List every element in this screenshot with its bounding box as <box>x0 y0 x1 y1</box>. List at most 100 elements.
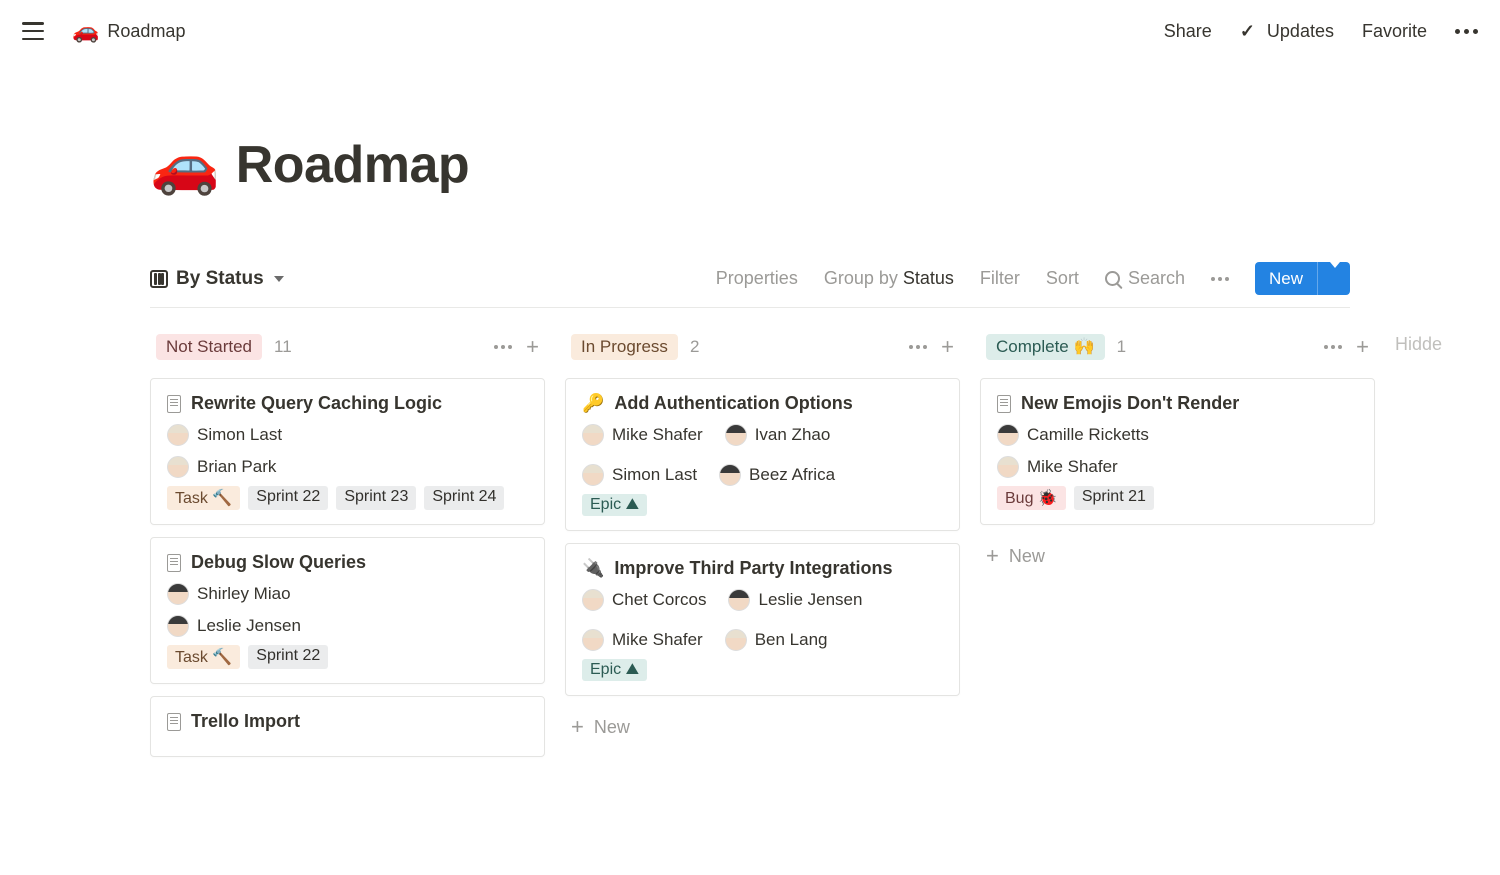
column-more-icon[interactable] <box>494 345 512 349</box>
card-title-text: Rewrite Query Caching Logic <box>191 393 442 414</box>
avatar <box>167 615 189 637</box>
column-add-icon[interactable]: + <box>526 336 539 358</box>
card-title-text: New Emojis Don't Render <box>1021 393 1239 414</box>
person-name: Shirley Miao <box>197 584 291 604</box>
new-dropdown[interactable] <box>1317 262 1350 295</box>
person: Ben Lang <box>725 629 828 651</box>
column-header: Not Started11+ <box>150 328 545 366</box>
property-tag: Sprint 22 <box>248 645 328 669</box>
document-icon <box>167 395 181 413</box>
board-card[interactable]: 🔑Add Authentication OptionsMike ShaferIv… <box>565 378 960 531</box>
column-more-icon[interactable] <box>909 345 927 349</box>
updates-button[interactable]: Updates <box>1240 21 1334 42</box>
avatar <box>582 589 604 611</box>
column-more-icon[interactable] <box>1324 345 1342 349</box>
view-more-icon[interactable] <box>1211 277 1229 281</box>
chevron-down-icon <box>274 276 284 282</box>
add-card-button[interactable]: + New <box>980 537 1375 575</box>
card-title-text: Trello Import <box>191 711 300 732</box>
avatar <box>167 583 189 605</box>
person: Ivan Zhao <box>725 424 831 446</box>
page-emoji-small: 🚗 <box>72 18 99 44</box>
person-name: Chet Corcos <box>612 590 706 610</box>
new-button[interactable]: New <box>1255 262 1350 295</box>
person: Mike Shafer <box>997 456 1358 478</box>
search-button[interactable]: Search <box>1105 268 1185 289</box>
person: Beez Africa <box>719 464 835 486</box>
property-tag: Sprint 21 <box>1074 486 1154 510</box>
menu-icon[interactable] <box>22 22 44 40</box>
card-people: Mike ShaferIvan ZhaoSimon LastBeez Afric… <box>582 424 943 486</box>
property-tag: Sprint 22 <box>248 486 328 510</box>
card-title: Rewrite Query Caching Logic <box>167 393 528 414</box>
plus-icon: + <box>986 545 999 567</box>
more-icon[interactable] <box>1455 29 1478 34</box>
card-tags: Epic ⛰ <box>582 494 943 516</box>
card-tags: Task 🔨Sprint 22Sprint 23Sprint 24 <box>167 486 528 510</box>
property-tag: Task 🔨 <box>167 645 240 669</box>
person: Camille Ricketts <box>997 424 1358 446</box>
column-actions: + <box>494 336 539 358</box>
card-title-text: Debug Slow Queries <box>191 552 366 573</box>
board-card[interactable]: Debug Slow QueriesShirley MiaoLeslie Jen… <box>150 537 545 684</box>
property-tag: Epic ⛰ <box>582 494 647 516</box>
chevron-down-icon <box>1330 262 1340 288</box>
avatar <box>997 456 1019 478</box>
column-add-icon[interactable]: + <box>1356 336 1369 358</box>
column-count: 1 <box>1117 337 1126 357</box>
person-name: Beez Africa <box>749 465 835 485</box>
person: Simon Last <box>167 424 528 446</box>
avatar <box>725 629 747 651</box>
add-card-button[interactable]: + New <box>565 708 960 746</box>
page-heading[interactable]: Roadmap <box>236 135 469 195</box>
breadcrumb[interactable]: 🚗 Roadmap <box>72 18 185 44</box>
card-title: 🔑Add Authentication Options <box>582 393 943 414</box>
person-name: Ben Lang <box>755 630 828 650</box>
board-card[interactable]: New Emojis Don't Render Camille Ricketts M… <box>980 378 1375 525</box>
properties-button[interactable]: Properties <box>716 268 798 289</box>
favorite-button[interactable]: Favorite <box>1362 21 1427 42</box>
column-header: Complete 🙌 1 + <box>980 328 1375 366</box>
card-title: Debug Slow Queries <box>167 552 528 573</box>
page-emoji[interactable]: 🚗 <box>150 132 220 198</box>
column-add-icon[interactable]: + <box>941 336 954 358</box>
view-selector[interactable]: By Status <box>150 268 284 290</box>
card-people: Simon Last Brian Park <box>167 424 528 478</box>
person: Shirley Miao <box>167 583 528 605</box>
card-emoji-icon: 🔌 <box>582 558 604 579</box>
person-name: Brian Park <box>197 457 276 477</box>
document-icon <box>167 554 181 572</box>
column-status-tag[interactable]: Not Started <box>156 334 262 360</box>
board-card[interactable]: Rewrite Query Caching Logic Simon Last Bri… <box>150 378 545 525</box>
property-tag: Sprint 23 <box>336 486 416 510</box>
share-button[interactable]: Share <box>1164 21 1212 42</box>
filter-button[interactable]: Filter <box>980 268 1020 289</box>
card-title: New Emojis Don't Render <box>997 393 1358 414</box>
group-by-button[interactable]: Group by Status <box>824 268 954 289</box>
column-actions: + <box>1324 336 1369 358</box>
person: Simon Last <box>582 464 697 486</box>
board-card[interactable]: 🔌 Improve Third Party Integrations Chet Co… <box>565 543 960 696</box>
person: Brian Park <box>167 456 528 478</box>
card-tags: Task 🔨 Sprint 22 <box>167 645 528 669</box>
board-column: In Progress 2 + 🔑Add Authentication Options… <box>565 328 960 769</box>
plus-icon: + <box>571 716 584 738</box>
kanban-board: Not Started11+ Rewrite Query Caching Logi… <box>150 328 1350 769</box>
card-title-text: Improve Third Party Integrations <box>614 558 892 579</box>
add-card-label: New <box>594 717 630 738</box>
person-name: Ivan Zhao <box>755 425 831 445</box>
column-status-tag[interactable]: Complete 🙌 <box>986 334 1105 360</box>
property-tag: Epic ⛰ <box>582 659 647 681</box>
board-card[interactable]: Trello Import <box>150 696 545 757</box>
person-name: Simon Last <box>612 465 697 485</box>
person-name: Camille Ricketts <box>1027 425 1149 445</box>
sort-button[interactable]: Sort <box>1046 268 1079 289</box>
card-title-text: Add Authentication Options <box>614 393 852 414</box>
table-controls: Properties Group by Status Filter Sort S… <box>716 262 1350 295</box>
person: Mike Shafer <box>582 629 703 651</box>
column-count: 2 <box>690 337 699 357</box>
add-card-label: New <box>1009 546 1045 567</box>
hidden-columns-label[interactable]: Hidde <box>1395 328 1442 769</box>
column-status-tag[interactable]: In Progress <box>571 334 678 360</box>
person: Chet Corcos <box>582 589 706 611</box>
